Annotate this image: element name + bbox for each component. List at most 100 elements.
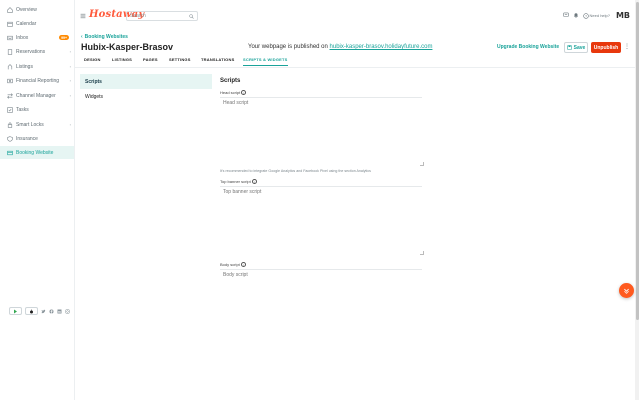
chevron-right-icon: › xyxy=(69,49,71,54)
svg-text:?: ? xyxy=(585,14,587,18)
body-script-label: Body script i xyxy=(220,262,425,267)
top-icons: ? Need help? xyxy=(562,12,610,19)
save-label: Save xyxy=(573,44,586,51)
upgrade-booking-website-button[interactable]: Upgrade Booking Website xyxy=(497,44,559,50)
calendar-icon xyxy=(7,21,13,27)
subnav: Scripts Widgets xyxy=(80,74,212,104)
home-icon xyxy=(7,6,13,13)
published-prefix: Your webpage is published on xyxy=(248,44,328,50)
unpublish-button[interactable]: Unpublish xyxy=(591,42,621,53)
sidebar-item-label: Booking Website xyxy=(16,149,54,156)
sidebar-item-insurance[interactable]: Insurance xyxy=(0,132,74,145)
listings-icon xyxy=(7,63,13,70)
tab-pages[interactable]: PAGES xyxy=(143,57,158,65)
save-icon xyxy=(566,45,572,50)
reservations-icon xyxy=(7,48,13,55)
instagram-icon[interactable] xyxy=(65,308,70,314)
inbox-count-badge: 99+ xyxy=(59,35,69,40)
save-button[interactable]: Save xyxy=(564,42,588,53)
info-icon[interactable]: i xyxy=(241,90,247,95)
more-options-icon[interactable]: ⋮ xyxy=(624,43,630,50)
chevron-right-icon: › xyxy=(69,64,71,69)
scrollbar-thumb[interactable] xyxy=(636,2,639,320)
sidebar-item-channel-manager[interactable]: Channel Manager › xyxy=(0,89,74,102)
need-help-link[interactable]: ? Need help? xyxy=(582,12,610,19)
resize-handle-icon[interactable] xyxy=(420,162,424,166)
sidebar: Overview Calendar Inbox 99+ Reservations… xyxy=(0,0,75,400)
top-banner-script-label-text: Top banner script xyxy=(220,179,251,184)
sidebar-item-label: Tasks xyxy=(16,106,29,113)
bell-icon[interactable] xyxy=(573,12,579,19)
search-icon xyxy=(189,13,194,19)
support-chat-button[interactable] xyxy=(619,283,634,298)
sidebar-item-tasks[interactable]: Tasks xyxy=(0,103,74,116)
inbox-icon xyxy=(7,35,13,41)
breadcrumb[interactable]: ‹ Booking Websites xyxy=(81,34,128,40)
published-text: Your webpage is published on hubix-kaspe… xyxy=(248,44,432,50)
resize-handle-icon[interactable] xyxy=(420,251,424,255)
chat-icon xyxy=(624,288,629,294)
tab-settings[interactable]: SETTINGS xyxy=(169,57,191,65)
facebook-icon[interactable] xyxy=(49,309,54,314)
financial-icon xyxy=(7,78,13,84)
info-icon[interactable]: i xyxy=(240,262,246,267)
chevron-right-icon: › xyxy=(69,78,71,83)
page-title: Hubix-Kasper-Brasov xyxy=(81,42,174,52)
sidebar-item-overview[interactable]: Overview xyxy=(0,3,74,16)
globe-icon xyxy=(7,150,13,156)
google-play-button[interactable] xyxy=(9,307,22,315)
body-script-input[interactable] xyxy=(220,269,422,325)
sidebar-item-listings[interactable]: Listings › xyxy=(0,60,74,73)
chevron-right-icon: › xyxy=(69,122,71,127)
sidebar-item-label: Listings xyxy=(16,63,33,70)
tasks-icon xyxy=(7,106,13,113)
search-placeholder: Search xyxy=(130,13,146,19)
subnav-item-scripts[interactable]: Scripts xyxy=(80,74,212,89)
sidebar-item-financial-reporting[interactable]: Financial Reporting › xyxy=(0,74,74,87)
sidebar-item-label: Financial Reporting xyxy=(16,77,60,84)
top-banner-script-input[interactable] xyxy=(220,186,422,254)
sidebar-item-reservations[interactable]: Reservations › xyxy=(0,45,74,58)
app-links xyxy=(9,307,70,315)
help-icon: ? xyxy=(582,12,589,19)
lock-icon xyxy=(7,121,13,128)
sidebar-item-smart-locks[interactable]: Smart Locks › xyxy=(0,118,74,131)
scripts-panel: Scripts Head script i It's recommended t… xyxy=(220,78,425,327)
sidebar-item-label: Insurance xyxy=(16,135,38,142)
chevron-right-icon: › xyxy=(69,93,71,98)
sidebar-item-inbox[interactable]: Inbox 99+ xyxy=(0,31,74,44)
avatar[interactable]: MB xyxy=(616,11,630,20)
sidebar-item-label: Inbox xyxy=(16,34,29,41)
linkedin-icon[interactable] xyxy=(57,309,62,314)
head-script-label-text: Head script xyxy=(220,90,241,95)
search-input[interactable]: Search xyxy=(126,11,198,21)
app-store-button[interactable] xyxy=(25,307,38,315)
channel-icon xyxy=(7,92,13,99)
tab-design[interactable]: DESIGN xyxy=(84,57,101,65)
tab-scripts-widgets[interactable]: SCRIPTS & WIDGETS xyxy=(243,57,288,66)
breadcrumb-label: Booking Websites xyxy=(84,34,128,40)
need-help-label: Need help? xyxy=(589,13,610,18)
apple-icon xyxy=(30,309,33,313)
chevron-left-icon: ‹ xyxy=(81,34,83,40)
sidebar-item-label: Reservations xyxy=(16,48,46,55)
section-title: Scripts xyxy=(220,78,241,84)
sidebar-item-label: Channel Manager xyxy=(16,92,56,99)
translate-icon[interactable] xyxy=(562,12,569,19)
tab-bar: DESIGN LISTINGS PAGES SETTINGS TRANSLATI… xyxy=(81,57,626,67)
body-script-label-text: Body script xyxy=(220,262,240,267)
head-script-input[interactable] xyxy=(220,97,422,165)
sidebar-item-calendar[interactable]: Calendar xyxy=(0,17,74,30)
tab-listings[interactable]: LISTINGS xyxy=(112,57,132,65)
head-script-label: Head script i xyxy=(220,90,425,95)
subnav-item-widgets[interactable]: Widgets xyxy=(80,89,212,104)
sidebar-item-booking-website[interactable]: Booking Website xyxy=(0,146,74,159)
twitter-icon[interactable] xyxy=(41,309,46,314)
sidebar-item-label: Smart Locks xyxy=(16,121,44,128)
tab-divider xyxy=(75,67,635,68)
info-icon[interactable]: i xyxy=(251,179,257,184)
top-banner-script-label: Top banner script i xyxy=(220,179,425,184)
published-url-link[interactable]: hubix-kasper-brasov.holidayfuture.com xyxy=(330,44,433,50)
menu-icon[interactable] xyxy=(80,13,86,19)
tab-translations[interactable]: TRANSLATIONS xyxy=(201,57,234,65)
